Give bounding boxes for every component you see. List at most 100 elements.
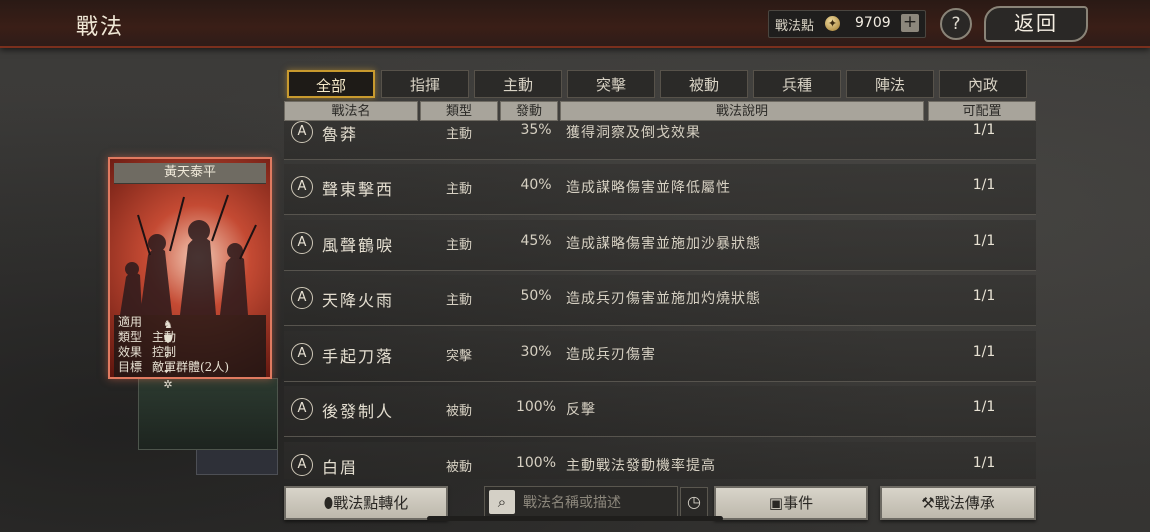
tactic-desc: 獲得洞察及倒戈效果 xyxy=(566,125,701,141)
card-type-label: 類型 xyxy=(118,330,143,344)
wheel-icon: ✲ xyxy=(163,378,173,391)
tab-internal[interactable]: 內政 xyxy=(939,70,1027,98)
tactic-desc: 造成謀略傷害並降低屬性 xyxy=(566,180,731,196)
convert-points-button[interactable]: ⬮戰法點轉化 xyxy=(284,486,448,520)
card-type-row: 類型 主動 xyxy=(118,330,176,345)
tactic-rate: 45% xyxy=(520,233,552,249)
tactic-config: 1/1 xyxy=(972,399,996,415)
card-title: 黃天泰平 xyxy=(114,163,266,184)
tactic-config: 1/1 xyxy=(972,344,996,360)
tactic-rate: 100% xyxy=(515,399,557,415)
tactic-desc: 反擊 xyxy=(566,402,596,418)
table-row[interactable]: A 天降火雨 主動 50% 造成兵刃傷害並施加灼燒狀態 1/1 xyxy=(284,275,1036,326)
table-row[interactable]: A 白眉 被動 100% 主動戰法發動機率提高 1/1 xyxy=(284,442,1036,479)
tactic-rate: 40% xyxy=(520,177,552,193)
tab-active[interactable]: 主動 xyxy=(474,70,562,98)
column-header-rate[interactable]: 發動 xyxy=(500,101,558,121)
convert-icon: ⬮ xyxy=(323,494,334,512)
card-info-panel: 適用 ♞⛊➶➹✲ 類型 主動 效果 控制 目標 敵軍群體(2人) xyxy=(114,315,266,391)
tab-assault[interactable]: 突擊 xyxy=(567,70,655,98)
tactics-list[interactable]: A 魯莽 主動 35% 獲得洞察及倒戈效果 1/1 A 聲東擊西 主動 40% … xyxy=(284,121,1036,479)
tactic-config: 1/1 xyxy=(972,122,996,138)
grade-badge: A xyxy=(291,454,313,476)
search-icon[interactable]: ⌕ xyxy=(489,490,515,514)
tactic-config: 1/1 xyxy=(972,288,996,304)
scroll-indicator[interactable] xyxy=(427,516,723,521)
inherit-tactic-button[interactable]: ⚒戰法傳承 xyxy=(880,486,1036,520)
tactic-name: 風聲鶴唳 xyxy=(322,236,395,255)
events-button[interactable]: ▣事件 xyxy=(714,486,868,520)
tactic-rate: 30% xyxy=(520,344,552,360)
card-type-value: 主動 xyxy=(152,330,177,344)
page-title: 戰法 xyxy=(76,15,125,40)
grade-badge: A xyxy=(291,287,313,309)
add-points-button[interactable]: + xyxy=(901,14,919,32)
tactic-rate: 50% xyxy=(520,288,552,304)
tactic-rate: 35% xyxy=(520,122,552,138)
tactic-type: 主動 xyxy=(446,127,473,142)
tactic-name: 聲東擊西 xyxy=(322,180,395,199)
tab-troop[interactable]: 兵種 xyxy=(753,70,841,98)
grade-badge: A xyxy=(291,232,313,254)
grade-badge: A xyxy=(291,398,313,420)
clock-icon[interactable]: ◷ xyxy=(680,487,708,517)
column-header-config[interactable]: 可配置 xyxy=(928,101,1036,121)
column-header-name[interactable]: 戰法名 xyxy=(284,101,418,121)
card-back-decoration xyxy=(138,378,278,450)
tactic-name: 後發制人 xyxy=(322,402,395,421)
table-row[interactable]: A 魯莽 主動 35% 獲得洞察及倒戈效果 1/1 xyxy=(284,121,1036,160)
tactic-config: 1/1 xyxy=(972,233,996,249)
tab-passive[interactable]: 被動 xyxy=(660,70,748,98)
tactic-config: 1/1 xyxy=(972,455,996,471)
card-target-row: 目標 敵軍群體(2人) xyxy=(118,360,229,375)
table-row[interactable]: A 手起刀落 突擊 30% 造成兵刃傷害 1/1 xyxy=(284,331,1036,382)
tactic-points-value: 9709 xyxy=(855,15,891,31)
events-label: 事件 xyxy=(783,494,814,512)
tactic-config: 1/1 xyxy=(972,177,996,193)
tactic-desc: 主動戰法發動機率提高 xyxy=(566,458,716,474)
card-back-decoration xyxy=(196,448,278,475)
tactic-type: 被動 xyxy=(446,404,473,419)
coin-icon: ✦ xyxy=(825,16,840,31)
grade-badge: A xyxy=(291,121,313,143)
search-input[interactable] xyxy=(521,491,675,515)
card-target-value: 敵軍群體(2人) xyxy=(152,360,229,374)
tactic-name: 魯莽 xyxy=(322,125,359,144)
card-applies-label: 適用 xyxy=(118,315,143,329)
card-effect-value: 控制 xyxy=(152,345,177,359)
scroll-icon: ▣ xyxy=(768,494,784,512)
card-applies-row: 適用 ♞⛊➶➹✲ xyxy=(118,315,173,391)
grade-badge: A xyxy=(291,176,313,198)
table-row[interactable]: A 聲東擊西 主動 40% 造成謀略傷害並降低屬性 1/1 xyxy=(284,164,1036,215)
hammer-icon: ⚒ xyxy=(921,494,935,512)
tab-formation[interactable]: 陣法 xyxy=(846,70,934,98)
tactic-type: 主動 xyxy=(446,182,473,197)
top-bar: 戰法 戰法點 ✦ 9709 + ? 返回 xyxy=(0,0,1150,48)
column-header-desc: 戰法說明 xyxy=(560,101,924,121)
tactic-detail-card[interactable]: 黃天泰平 適用 ♞⛊➶➹✲ 類型 主動 效果控制 目標 敵軍群體(2人) xyxy=(108,157,272,391)
tactic-type: 主動 xyxy=(446,238,473,253)
help-button[interactable]: ? xyxy=(940,8,972,40)
tactic-name: 天降火雨 xyxy=(322,291,395,310)
tab-all[interactable]: 全部 xyxy=(287,70,375,98)
tactic-desc: 造成謀略傷害並施加沙暴狀態 xyxy=(566,236,761,252)
table-row[interactable]: A 風聲鶴唳 主動 45% 造成謀略傷害並施加沙暴狀態 1/1 xyxy=(284,220,1036,271)
convert-points-label: 戰法點轉化 xyxy=(333,494,409,512)
tactic-name: 手起刀落 xyxy=(322,347,395,366)
grade-badge: A xyxy=(291,343,313,365)
soldiers-illustration xyxy=(120,194,257,315)
tactic-type: 被動 xyxy=(446,460,473,475)
tactic-desc: 造成兵刃傷害並施加灼燒狀態 xyxy=(566,291,761,307)
tactic-points-label: 戰法點 xyxy=(775,19,815,34)
table-row[interactable]: A 後發制人 被動 100% 反擊 1/1 xyxy=(284,386,1036,437)
back-button[interactable]: 返回 xyxy=(984,6,1088,42)
tactic-type: 主動 xyxy=(446,293,473,308)
tactic-type: 突擊 xyxy=(446,349,473,364)
search-box[interactable]: ⌕ xyxy=(484,486,678,518)
tab-command[interactable]: 指揮 xyxy=(381,70,469,98)
card-target-label: 目標 xyxy=(118,360,143,374)
column-header-type[interactable]: 類型 xyxy=(420,101,498,121)
tactic-points-box: 戰法點 ✦ 9709 + xyxy=(768,10,926,38)
tactic-rate: 100% xyxy=(515,455,557,471)
card-effect-label: 效果 xyxy=(118,345,143,359)
